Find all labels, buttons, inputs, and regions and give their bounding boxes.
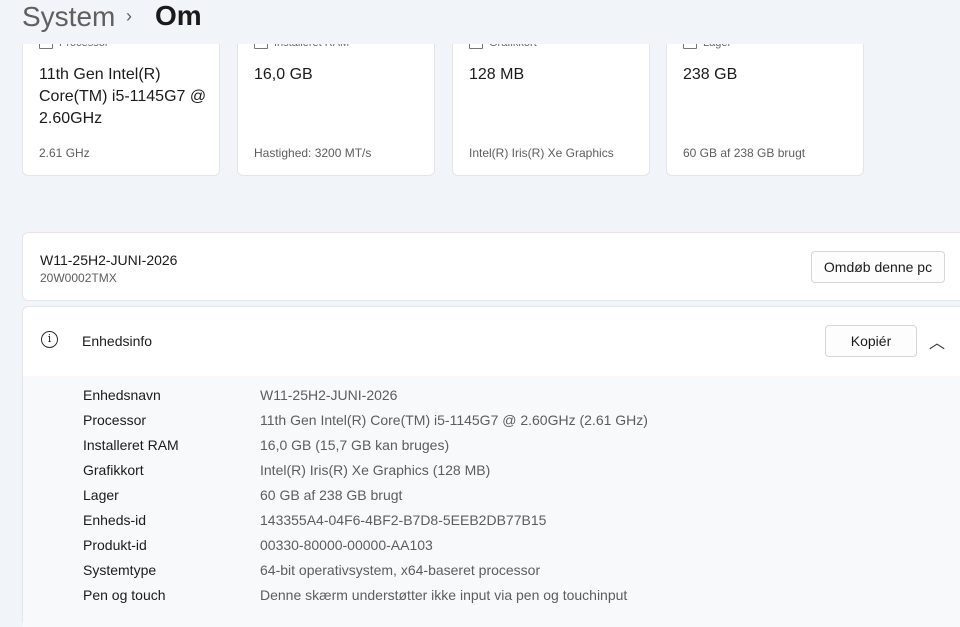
rename-pc-button[interactable]: Omdøb denne pc — [811, 251, 945, 283]
spec-value: 128 MB — [469, 66, 525, 83]
copy-button[interactable]: Kopiér — [825, 325, 917, 357]
spec-row: Systemtype 64-bit operativsystem, x64-ba… — [23, 562, 960, 587]
spec-card-ram: Installeret RAM 16,0 GB Hastighed: 3200 … — [237, 28, 435, 176]
spec-card-gpu: Grafikkort 128 MB Intel(R) Iris(R) Xe Gr… — [452, 28, 650, 176]
spec-value: 00330-80000-00000-AA103 — [260, 537, 433, 553]
spec-row: Processor 11th Gen Intel(R) Core(TM) i5-… — [23, 412, 960, 437]
spec-row: Lager 60 GB af 238 GB brugt — [23, 487, 960, 512]
spec-key: Enhedsnavn — [83, 387, 161, 403]
spec-card-storage: Lager 238 GB 60 GB af 238 GB brugt — [666, 28, 864, 176]
device-info-card: i Enhedsinfo Kopiér ︿ Enhedsnavn W11-25H… — [22, 306, 960, 627]
spec-value: 16,0 GB — [254, 66, 313, 83]
spec-key: Produkt-id — [83, 537, 147, 553]
spec-row: Produkt-id 00330-80000-00000-AA103 — [23, 537, 960, 562]
spec-key: Processor — [83, 412, 147, 428]
spec-row: Installeret RAM 16,0 GB (15,7 GB kan bru… — [23, 437, 960, 462]
device-name: W11-25H2-JUNI-2026 — [40, 252, 178, 268]
spec-key: Enheds-id — [83, 512, 147, 528]
device-spec-list: Enhedsnavn W11-25H2-JUNI-2026 Processor … — [23, 376, 960, 627]
spec-key: Grafikkort — [83, 462, 144, 478]
spec-value: 11th Gen Intel(R) Core(TM) i5-1145G7 @ 2… — [39, 66, 207, 127]
spec-value: 11th Gen Intel(R) Core(TM) i5-1145G7 @ 2… — [260, 412, 648, 428]
chevron-up-icon[interactable]: ︿ — [929, 329, 945, 353]
info-icon: i — [41, 331, 58, 348]
page-header: System › Om — [0, 0, 960, 44]
device-name-card: W11-25H2-JUNI-2026 20W0002TMX Omdøb denn… — [22, 232, 960, 301]
spec-key: Pen og touch — [83, 587, 166, 603]
breadcrumb-system[interactable]: System — [22, 1, 115, 33]
spec-row: Enhedsnavn W11-25H2-JUNI-2026 — [23, 387, 960, 412]
spec-value: 143355A4-04F6-4BF2-B7D8-5EEB2DB77B15 — [260, 512, 547, 528]
spec-value: 16,0 GB (15,7 GB kan bruges) — [260, 437, 450, 453]
device-info-header[interactable]: i Enhedsinfo Kopiér ︿ — [23, 307, 960, 377]
spec-value: Intel(R) Iris(R) Xe Graphics (128 MB) — [260, 462, 491, 478]
spec-key: Systemtype — [83, 562, 157, 578]
spec-detail: Hastighed: 3200 MT/s — [254, 146, 372, 160]
spec-value: W11-25H2-JUNI-2026 — [260, 387, 398, 403]
spec-row: Grafikkort Intel(R) Iris(R) Xe Graphics … — [23, 462, 960, 487]
device-model: 20W0002TMX — [40, 271, 117, 285]
spec-row: Pen og touch Denne skærm understøtter ik… — [23, 587, 960, 612]
page-title: Om — [155, 0, 202, 31]
spec-key: Lager — [83, 487, 119, 503]
spec-value: 64-bit operativsystem, x64-baseret proce… — [260, 562, 541, 578]
spec-key: Installeret RAM — [83, 437, 179, 453]
breadcrumb-separator-icon: › — [126, 6, 132, 26]
spec-value: 238 GB — [683, 66, 738, 83]
device-info-title: Enhedsinfo — [82, 333, 153, 349]
spec-row: Enheds-id 143355A4-04F6-4BF2-B7D8-5EEB2D… — [23, 512, 960, 537]
spec-detail: 60 GB af 238 GB brugt — [683, 146, 806, 160]
spec-card-processor: Processor 11th Gen Intel(R) Core(TM) i5-… — [22, 28, 220, 176]
spec-detail: 2.61 GHz — [39, 146, 90, 160]
spec-value: 60 GB af 238 GB brugt — [260, 487, 403, 503]
spec-detail: Intel(R) Iris(R) Xe Graphics — [469, 146, 614, 160]
spec-value: Denne skærm understøtter ikke input via … — [260, 587, 628, 603]
